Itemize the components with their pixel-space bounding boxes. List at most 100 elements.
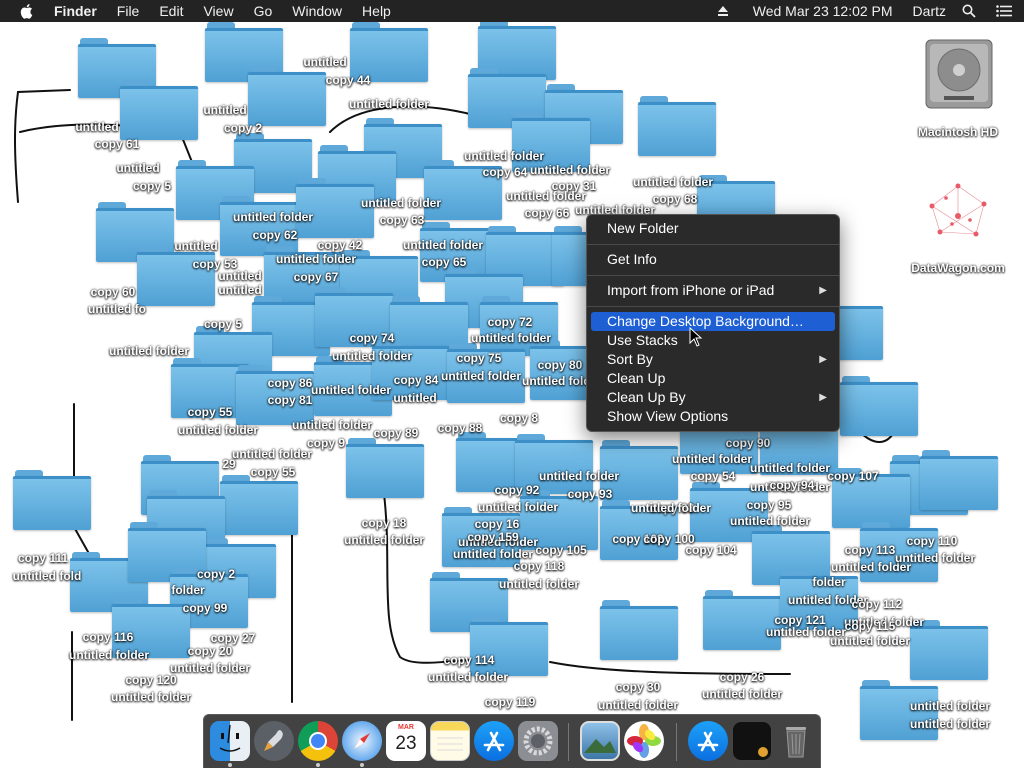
folder-label: untitled folder [232, 447, 312, 461]
folder-icon[interactable] [346, 438, 424, 498]
folder-label: copy 92 [494, 483, 540, 497]
folder-label: copy 18 [361, 516, 407, 530]
folder-label: copy 74 [349, 331, 395, 345]
folder-label: untitled [174, 239, 218, 253]
folder-label: untitled folder [598, 698, 678, 712]
folder-body [346, 444, 424, 498]
menu-go[interactable]: Go [244, 0, 283, 22]
dock-separator [676, 723, 677, 761]
folder-icon[interactable] [703, 590, 781, 650]
app-store-icon[interactable] [474, 721, 514, 761]
folder-label: untitled folder [69, 648, 149, 662]
gear-icon [523, 726, 553, 756]
spotlight-search-icon[interactable] [962, 4, 976, 18]
folder-label: copy 66 [524, 206, 570, 220]
folder-icon[interactable] [840, 376, 918, 436]
folder-icon[interactable] [137, 246, 215, 306]
folder-label: copy 112 [851, 597, 903, 611]
launchpad-icon[interactable] [254, 721, 294, 761]
folder-label: copy 68 [652, 192, 698, 206]
trash-icon[interactable] [776, 721, 816, 761]
system-preferences-icon[interactable] [518, 721, 558, 761]
folder-label: copy 2 [196, 567, 236, 581]
menu-view[interactable]: View [193, 0, 243, 22]
trash-can-icon [786, 727, 806, 758]
folder-label: folder [171, 583, 205, 597]
menu-item-clean-up-by[interactable]: Clean Up By ▶ [591, 388, 835, 407]
folder-label: copy 114 [443, 653, 495, 667]
menu-edit[interactable]: Edit [149, 0, 193, 22]
menu-item-label: Import from iPhone or iPad [607, 282, 775, 298]
folder-label: untitled folder [895, 551, 975, 565]
menu-item-change-desktop-background[interactable]: Change Desktop Background… [591, 312, 835, 331]
menu-window[interactable]: Window [282, 0, 352, 22]
folder-label: copy 67 [293, 270, 339, 284]
menu-item-use-stacks[interactable]: Use Stacks [591, 331, 835, 350]
folder-label: copy 107 [827, 469, 879, 483]
folder-label: copy 159 [467, 530, 519, 544]
folder-label: copy 30 [615, 680, 661, 694]
photos-icon[interactable] [624, 721, 664, 761]
app-menu-finder[interactable]: Finder [44, 0, 107, 22]
eject-icon[interactable] [717, 5, 729, 17]
menu-item-get-info[interactable]: Get Info [591, 250, 835, 269]
folder-label: untitled fold [12, 569, 82, 583]
menu-item-import-from-iphone[interactable]: Import from iPhone or iPad ▶ [591, 281, 835, 300]
screenshot-stack-icon[interactable] [732, 721, 772, 761]
submenu-arrow-icon: ▶ [819, 392, 827, 403]
folder-label: copy 5 [132, 179, 172, 193]
photo-landscape-icon [584, 739, 616, 753]
folder-body [13, 476, 91, 530]
folder-label: untitled folder [344, 533, 424, 547]
safari-icon[interactable] [342, 721, 382, 761]
finder-face-icon [219, 724, 241, 752]
folder-icon[interactable] [600, 600, 678, 660]
notes-icon[interactable] [430, 721, 470, 761]
desktop[interactable]: untitled copy 44 untitled folder untitled co… [0, 0, 1024, 768]
running-indicator [316, 763, 320, 767]
macintosh-hd-drive[interactable] [922, 34, 996, 110]
folder-label: untitled folder [233, 210, 313, 224]
notification-center-icon[interactable] [996, 5, 1012, 17]
chrome-icon[interactable] [298, 721, 338, 761]
folder-label: copy 84 [393, 373, 439, 387]
datawagon-link[interactable] [922, 176, 994, 248]
dock-separator [568, 723, 569, 761]
menu-file[interactable]: File [107, 0, 150, 22]
calendar-icon[interactable]: MAR 23 [386, 721, 426, 761]
preview-icon[interactable] [580, 721, 620, 761]
folder-icon[interactable] [220, 475, 298, 535]
folder-label: untitled folder [349, 97, 429, 111]
menu-help[interactable]: Help [352, 0, 401, 22]
menu-item-new-folder[interactable]: New Folder [591, 219, 835, 238]
folder-icon[interactable] [13, 470, 91, 530]
folder-label: untitled folder [109, 344, 189, 358]
downloads-stack-icon[interactable] [688, 721, 728, 761]
folder-icon[interactable] [120, 80, 198, 140]
photos-flower-icon [627, 724, 661, 758]
folder-label: copy 60 [90, 285, 136, 299]
desktop-context-menu: New Folder Get Info Import from iPhone o… [586, 214, 840, 432]
folder-label: untitled folder [499, 577, 579, 591]
folder-label: folder [812, 575, 846, 589]
folder-label: copy 110 [906, 534, 958, 548]
dock: MAR 23 [203, 714, 821, 768]
folder-icon[interactable] [920, 450, 998, 510]
folder-icon[interactable] [638, 96, 716, 156]
folder-icon[interactable] [248, 66, 326, 126]
folder-label: copy 104 [685, 543, 737, 557]
folder-label: copy 118 [513, 559, 565, 573]
menu-item-show-view-options[interactable]: Show View Options [591, 407, 835, 426]
menu-item-sort-by[interactable]: Sort By ▶ [591, 350, 835, 369]
menu-item-clean-up[interactable]: Clean Up [591, 369, 835, 388]
finder-icon[interactable] [210, 721, 250, 761]
folder-body [600, 606, 678, 660]
folder-label: untitled fo [88, 302, 146, 316]
folder-body [638, 102, 716, 156]
running-indicator [228, 763, 232, 767]
folder-label: untitled folder [633, 175, 713, 189]
user-menu[interactable]: Dartz [903, 0, 956, 22]
clock[interactable]: Wed Mar 23 12:02 PM [743, 0, 903, 22]
folder-label: untitled [218, 283, 262, 297]
apple-menu-icon[interactable] [20, 3, 34, 19]
